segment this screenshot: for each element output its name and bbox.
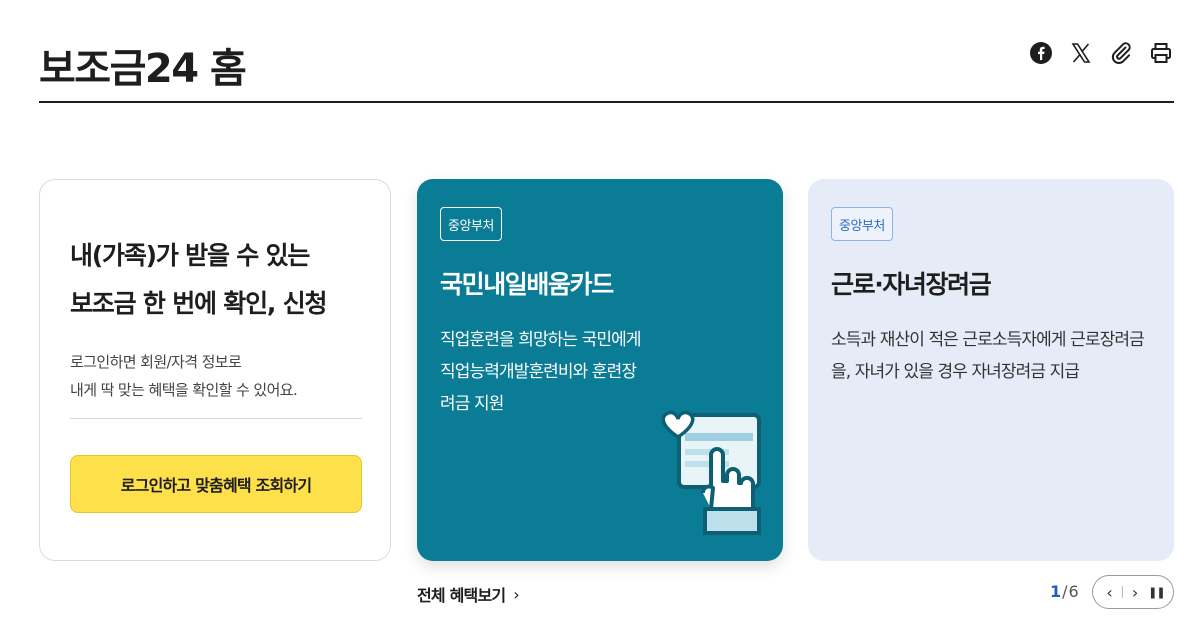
login-heading-line2: 보조금 한 번에 확인, 신청 [70, 289, 328, 318]
header-tools [1028, 40, 1174, 66]
page-header: 보조금24 홈 [39, 30, 1174, 103]
view-all-label: 전체 혜택보기 [417, 586, 506, 605]
carousel-controls: ‹ › ❚❚ [1092, 575, 1174, 609]
benefit-card-earned-income[interactable]: 중앙부처 근로·자녀장려금 소득과 재산이 적은 근로소득자에게 근로장려금을,… [808, 179, 1174, 561]
login-button[interactable]: 로그인하고 맞춤혜택 조회하기 [70, 455, 362, 513]
login-divider [70, 418, 362, 419]
page-title: 보조금24 홈 [39, 46, 247, 92]
card-title: 국민내일배움카드 [440, 270, 614, 299]
view-all-link[interactable]: 전체 혜택보기 › [417, 582, 520, 606]
card-title: 근로·자녀장려금 [831, 270, 992, 299]
facebook-icon[interactable] [1028, 40, 1054, 66]
next-icon[interactable]: › [1126, 583, 1144, 602]
heart-card-hand-illustration [661, 410, 761, 535]
carousel-pager: 1/6 [1050, 582, 1080, 601]
card-description: 소득과 재산이 적은 근로소득자에게 근로장려금을, 자녀가 있을 경우 자녀장… [831, 330, 1145, 382]
pause-icon[interactable]: ❚❚ [1147, 586, 1165, 599]
login-desc-line2: 내게 딱 맞는 혜택을 확인할 수 있어요. [70, 381, 298, 399]
ministry-badge: 중앙부처 [831, 207, 893, 241]
benefit-card-learning-card[interactable]: 중앙부처 국민내일배움카드 직업훈련을 희망하는 국민에게 직업능력개발훈련비와… [417, 179, 783, 561]
login-description: 로그인하면 회원/자격 정보로 내게 딱 맞는 혜택을 확인할 수 있어요. [70, 348, 370, 404]
prev-icon[interactable]: ‹ [1101, 583, 1119, 602]
controls-divider [1121, 586, 1123, 598]
x-icon[interactable] [1068, 40, 1094, 66]
login-card: 내(가족)가 받을 수 있는 보조금 한 번에 확인, 신청 로그인하면 회원/… [39, 179, 391, 561]
pager-total: 6 [1068, 582, 1080, 601]
login-heading: 내(가족)가 받을 수 있는 보조금 한 번에 확인, 신청 [70, 232, 370, 328]
printer-icon[interactable] [1148, 40, 1174, 66]
login-heading-line1: 내(가족)가 받을 수 있는 [70, 241, 310, 270]
chevron-right-icon: › [513, 584, 519, 604]
paperclip-icon[interactable] [1108, 40, 1134, 66]
pager-current: 1 [1050, 582, 1063, 601]
login-desc-line1: 로그인하면 회원/자격 정보로 [70, 353, 242, 371]
card-description: 직업훈련을 희망하는 국민에게 직업능력개발훈련비와 훈련장려금 지원 [440, 330, 642, 414]
ministry-badge: 중앙부처 [440, 207, 502, 241]
